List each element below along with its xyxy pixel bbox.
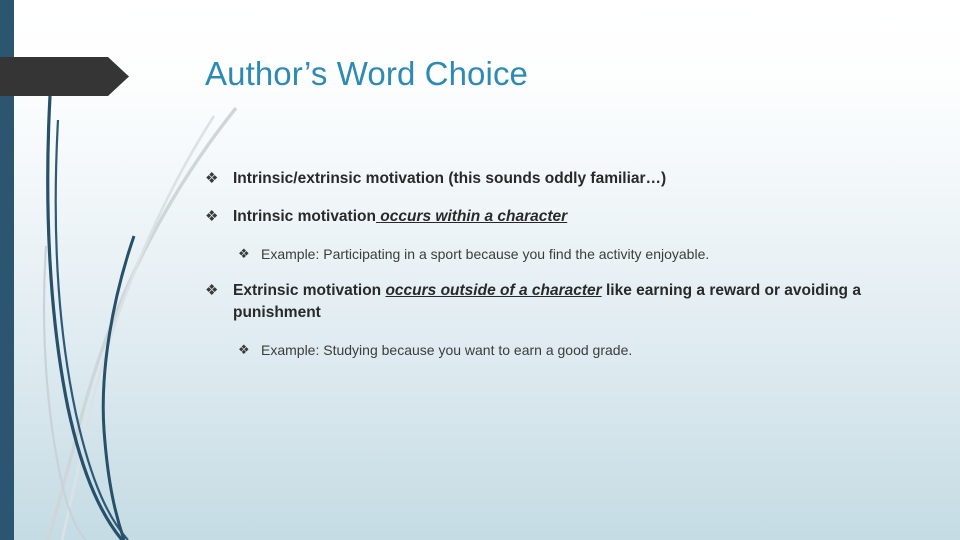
bullet-text: Example: Participating in a sport becaus… — [261, 244, 925, 264]
page-title: Author’s Word Choice — [205, 55, 528, 92]
curve-light-3 — [42, 245, 87, 540]
bullet-list: ❖ Intrinsic/extrinsic motivation (this so… — [205, 168, 925, 376]
diamond-bullet-icon: ❖ — [205, 282, 219, 299]
text-run: Example: Participating in a sport becaus… — [261, 246, 710, 262]
text-run: Intrinsic motivation — [233, 208, 376, 225]
text-run: Intrinsic/extrinsic motivation (this sou… — [233, 170, 667, 187]
curve-dark-3 — [101, 235, 136, 540]
diamond-bullet-icon: ❖ — [205, 170, 219, 187]
arrow-polygon — [0, 57, 129, 96]
diamond-bullet-icon: ❖ — [205, 208, 219, 225]
diamond-bullet-icon: ❖ — [238, 246, 250, 261]
slide-canvas: Author’s Word Choice ❖ Intrinsic/extrinsi… — [0, 0, 960, 540]
bullet-item: ❖ Example: Participating in a sport becau… — [205, 244, 925, 264]
title-arrow-shape — [0, 57, 129, 96]
curve-dark-1 — [46, 95, 124, 540]
text-run: occurs outside of a character — [385, 282, 602, 299]
bullet-text: Extrinsic motivation occurs outside of a… — [233, 280, 925, 324]
curve-light-2 — [60, 115, 216, 540]
bullet-text: Example: Studying because you want to ea… — [261, 340, 925, 360]
bullet-item: ❖ Example: Studying because you want to e… — [205, 340, 925, 360]
bullet-text: Intrinsic motivation occurs within a cha… — [233, 206, 925, 228]
bullet-item: ❖ Intrinsic motivation occurs within a ch… — [205, 206, 925, 228]
curve-dark-2 — [54, 119, 129, 540]
text-run: occurs within a character — [380, 208, 568, 225]
bullet-item: ❖ Extrinsic motivation occurs outside of … — [205, 280, 925, 324]
diamond-bullet-icon: ❖ — [238, 342, 250, 357]
bullet-item: ❖ Intrinsic/extrinsic motivation (this so… — [205, 168, 925, 190]
bullet-text: Intrinsic/extrinsic motivation (this sou… — [233, 168, 925, 190]
text-run: Extrinsic motivation — [233, 282, 386, 299]
text-run: Example: Studying because you want to ea… — [261, 342, 633, 358]
